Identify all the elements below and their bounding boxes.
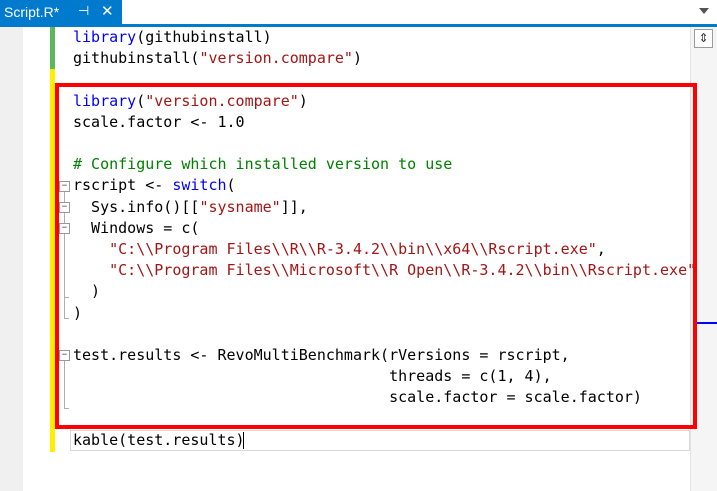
code-token: githubinstall( [73, 49, 200, 68]
split-icon[interactable]: ⇕ [694, 29, 713, 48]
tab-bar: Script.R* ⊣ ✕ [0, 0, 717, 27]
code-line[interactable]: kable(test.results) [73, 430, 245, 451]
tab-title: Script.R* [4, 4, 60, 20]
text-caret [243, 432, 244, 449]
code-line[interactable]: githubinstall("version.compare") [73, 48, 362, 69]
code-token: ) [352, 49, 362, 68]
code-token: kable(test.results) [73, 430, 245, 449]
code-line[interactable]: library(githubinstall) [73, 27, 272, 48]
pin-icon[interactable]: ⊣ [78, 3, 89, 19]
annotation-highlight-box [55, 83, 697, 429]
close-icon[interactable]: ✕ [101, 2, 114, 20]
change-bar-saved [50, 27, 55, 69]
scroll-position-marker [695, 322, 717, 324]
indicator-margin [0, 27, 23, 491]
code-token: (githubinstall) [136, 28, 272, 46]
tab-script[interactable]: Script.R* ⊣ ✕ [0, 0, 122, 27]
keyword-token: library [73, 28, 137, 46]
chevron-down-icon[interactable] [699, 8, 709, 14]
string-token: "version.compare" [199, 49, 353, 68]
